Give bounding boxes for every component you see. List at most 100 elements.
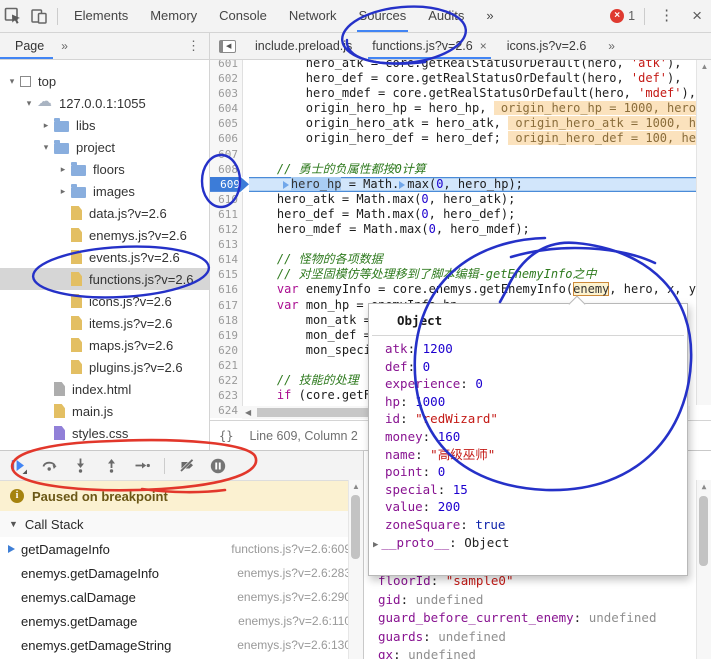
object-property-name[interactable]: name: "高级巫师"	[369, 446, 687, 464]
object-property-money[interactable]: money: 160	[369, 428, 687, 446]
close-tab-icon[interactable]: ×	[480, 33, 487, 59]
editor-tab-functions-js-v-2-6[interactable]: functions.js?v=2.6×	[362, 33, 496, 59]
main-tab-memory[interactable]: Memory	[139, 0, 208, 32]
device-toolbar-button[interactable]	[26, 3, 52, 29]
more-options-button[interactable]: ⋮	[650, 0, 683, 32]
code-line-611[interactable]: 611 hero_def = Math.max(0, hero_def);	[210, 207, 711, 222]
step-over-button[interactable]	[40, 457, 58, 475]
line-number[interactable]: 617	[210, 298, 243, 313]
tree-item-127-0-0-1-1055[interactable]: ▾☁127.0.0.1:1055	[0, 92, 209, 114]
code-line-606[interactable]: 606 origin_hero_def = hero_def; origin_h…	[210, 131, 711, 146]
call-stack-scrollbar[interactable]: ▲	[348, 480, 363, 659]
code-line-613[interactable]: 613	[210, 237, 711, 252]
tree-item-maps-js-v-2-6[interactable]: maps.js?v=2.6	[0, 334, 209, 356]
tree-item-items-js-v-2-6[interactable]: items.js?v=2.6	[0, 312, 209, 334]
object-property-atk[interactable]: atk: 1200	[369, 340, 687, 358]
code-line-603[interactable]: 603 hero_mdef = core.getRealStatusOrDefa…	[210, 86, 711, 101]
object-property-value[interactable]: value: 200	[369, 498, 687, 516]
callstack-frame-enemys-caldamage[interactable]: enemys.calDamageenemys.js?v=2.6:290	[0, 585, 363, 609]
hide-navigator-icon[interactable]: ◀	[219, 40, 236, 53]
object-property-experience[interactable]: experience: 0	[369, 375, 687, 393]
object-property-special[interactable]: special: 15	[369, 481, 687, 499]
line-number[interactable]: 613	[210, 237, 243, 252]
hovered-variable[interactable]: enemy	[573, 282, 609, 296]
main-tab-sources[interactable]: Sources	[348, 0, 418, 32]
line-number[interactable]: 614	[210, 252, 243, 267]
object-property-id[interactable]: id: "redWizard"	[369, 410, 687, 428]
scope-variable-gx[interactable]: gx: undefined	[378, 646, 656, 659]
step-out-button[interactable]	[102, 457, 120, 475]
tree-item-images[interactable]: ▸images	[0, 180, 209, 202]
callstack-frame-getdamageinfo[interactable]: getDamageInfofunctions.js?v=2.6:609	[0, 537, 363, 561]
tree-item-floors[interactable]: ▸floors	[0, 158, 209, 180]
expander-closed-icon[interactable]: ▶	[373, 540, 378, 550]
main-tab-audits[interactable]: Audits	[417, 0, 475, 32]
tree-item-top[interactable]: ▾top	[0, 70, 209, 92]
pretty-print-button[interactable]: {}	[219, 429, 233, 443]
tree-item-icons-js-v-2-6[interactable]: icons.js?v=2.6	[0, 290, 209, 312]
code-line-601[interactable]: 601 hero_atk = core.getRealStatusOrDefau…	[210, 60, 711, 71]
main-tabs-overflow[interactable]: »	[475, 0, 504, 32]
code-line-615[interactable]: 615 // 对坚固模仿等处理移到了脚本编辑-getEnemyInfo之中	[210, 267, 711, 282]
code-line-616[interactable]: 616 var enemyInfo = core.enemys.getEnemy…	[210, 282, 711, 297]
expander-closed-icon[interactable]: ▸	[57, 186, 69, 197]
pause-on-exceptions-button[interactable]	[209, 457, 227, 475]
code-line-612[interactable]: 612 hero_mdef = Math.max(0, hero_mdef);	[210, 222, 711, 237]
code-line-610[interactable]: 610 hero_atk = Math.max(0, hero_atk);	[210, 192, 711, 207]
scope-scrollbar[interactable]: ▲	[696, 480, 711, 659]
code-line-607[interactable]: 607	[210, 147, 711, 162]
line-number[interactable]: 610	[210, 192, 243, 207]
expander-open-icon[interactable]: ▾	[40, 142, 52, 153]
tree-item-events-js-v-2-6[interactable]: events.js?v=2.6	[0, 246, 209, 268]
code-line-608[interactable]: 608 // 勇士的负属性都按0计算	[210, 162, 711, 177]
expander-closed-icon[interactable]: ▸	[57, 164, 69, 175]
deactivate-breakpoints-button[interactable]	[178, 457, 196, 475]
code-line-609[interactable]: 609 hero_hp = Math.max(0, hero_hp);	[210, 177, 711, 192]
object-property-def[interactable]: def: 0	[369, 358, 687, 376]
tree-item-functions-js-v-2-6[interactable]: functions.js?v=2.6	[0, 268, 209, 290]
scroll-up-icon[interactable]: ▲	[697, 482, 711, 491]
line-number[interactable]: 605	[210, 116, 243, 131]
scrollbar-thumb[interactable]	[699, 496, 708, 566]
object-property-point[interactable]: point: 0	[369, 463, 687, 481]
object-property-zonesquare[interactable]: zoneSquare: true	[369, 516, 687, 534]
error-badge[interactable]: × 1	[610, 9, 635, 23]
callstack-frame-enemys-getdamage[interactable]: enemys.getDamageenemys.js?v=2.6:110	[0, 609, 363, 633]
line-number[interactable]: 601	[210, 60, 243, 71]
line-number[interactable]: 603	[210, 86, 243, 101]
line-number[interactable]: 602	[210, 71, 243, 86]
tree-item-data-js-v-2-6[interactable]: data.js?v=2.6	[0, 202, 209, 224]
breakpoint-line-number[interactable]: 609	[210, 177, 249, 192]
line-number[interactable]: 620	[210, 343, 243, 358]
line-number[interactable]: 608	[210, 162, 243, 177]
scroll-left-icon[interactable]: ◀	[245, 408, 251, 417]
main-tab-elements[interactable]: Elements	[63, 0, 139, 32]
expander-closed-icon[interactable]: ▸	[40, 120, 52, 131]
line-number[interactable]: 606	[210, 131, 243, 146]
line-number[interactable]: 615	[210, 267, 243, 282]
object-property-hp[interactable]: hp: 1000	[369, 393, 687, 411]
sidebar-more-button[interactable]: ⋮	[187, 38, 200, 54]
scope-variable-gid[interactable]: gid: undefined	[378, 591, 656, 610]
call-stack-header[interactable]: ▼ Call Stack	[0, 511, 363, 537]
editor-tab-icons-js-v-2-6[interactable]: icons.js?v=2.6	[497, 33, 597, 59]
line-number[interactable]: 604	[210, 101, 243, 116]
line-number[interactable]: 619	[210, 328, 243, 343]
editor-vertical-scrollbar[interactable]: ▲	[696, 60, 711, 405]
line-number[interactable]: 624	[210, 403, 243, 418]
callstack-frame-enemys-getdamagestring[interactable]: enemys.getDamageStringenemys.js?v=2.6:13…	[0, 633, 363, 657]
tree-item-plugins-js-v-2-6[interactable]: plugins.js?v=2.6	[0, 356, 209, 378]
close-devtools-button[interactable]: ×	[683, 0, 711, 32]
resume-button[interactable]	[9, 457, 27, 475]
code-line-614[interactable]: 614 // 怪物的各项数据	[210, 252, 711, 267]
tree-item-libs[interactable]: ▸libs	[0, 114, 209, 136]
sidebar-tab-overflow[interactable]: »	[61, 39, 68, 53]
step-position-marker-icon[interactable]	[399, 181, 405, 189]
editor-tab-include-preload-js[interactable]: include.preload.js	[245, 33, 362, 59]
tree-item-enemys-js-v-2-6[interactable]: enemys.js?v=2.6	[0, 224, 209, 246]
object-property-proto[interactable]: ▶__proto__: Object	[369, 534, 687, 555]
line-number[interactable]: 612	[210, 222, 243, 237]
line-number[interactable]: 622	[210, 373, 243, 388]
main-tab-network[interactable]: Network	[278, 0, 348, 32]
code-line-602[interactable]: 602 hero_def = core.getRealStatusOrDefau…	[210, 71, 711, 86]
